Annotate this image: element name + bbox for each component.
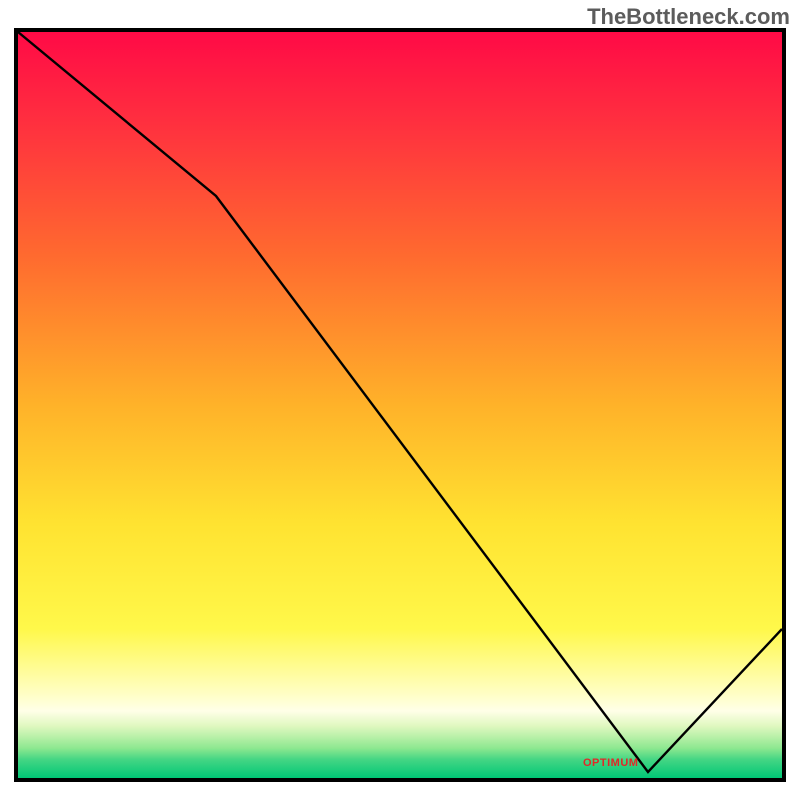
chart-canvas: TheBottleneck.com OPTIMUM xyxy=(0,0,800,800)
watermark-text: TheBottleneck.com xyxy=(587,4,790,30)
bottleneck-curve xyxy=(18,32,782,778)
optimum-label: OPTIMUM xyxy=(583,757,638,769)
plot-area: OPTIMUM xyxy=(14,28,786,782)
